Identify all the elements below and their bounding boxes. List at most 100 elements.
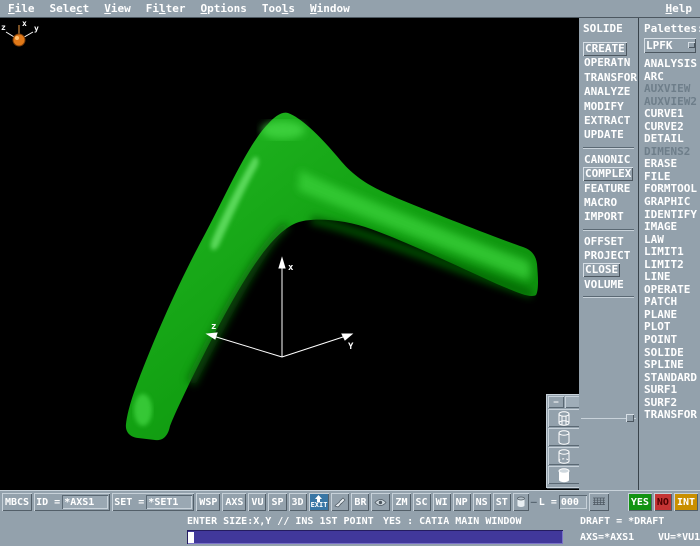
ns-button[interactable]: NS <box>473 493 491 511</box>
menu-help[interactable]: Help <box>666 2 693 15</box>
palette-item-surf1[interactable]: SURF1 <box>644 384 700 397</box>
separator <box>583 296 634 298</box>
palette-item-spline[interactable]: SPLINE <box>644 359 700 372</box>
viewport-3d[interactable]: x Y z x y z — <box>0 18 579 490</box>
int-button[interactable]: INT <box>674 493 698 511</box>
cylinder-outline-icon[interactable] <box>548 428 579 446</box>
palette-item-auxview: AUXVIEW <box>644 83 700 96</box>
id-group: ID = *AXS1 <box>34 493 110 511</box>
palette-item-analysis[interactable]: ANALYSIS <box>644 58 700 71</box>
toolbar-titlebar[interactable] <box>565 396 579 408</box>
menu-file[interactable]: File <box>8 2 35 15</box>
st-button[interactable]: ST <box>493 493 511 511</box>
menu-filter[interactable]: Filter <box>146 2 186 15</box>
paint-icon <box>334 497 346 508</box>
panel-slider[interactable] <box>581 414 636 422</box>
palette-item-detail[interactable]: DETAIL <box>644 133 700 146</box>
status-bar: MBCS ID = *AXS1 SET = *SET1 WSP AXS VU S… <box>0 490 700 513</box>
eye-icon <box>374 498 387 507</box>
menu-item-analyze[interactable]: ANALYZE <box>583 85 631 98</box>
menu-view[interactable]: View <box>104 2 131 15</box>
minimize-icon[interactable]: — <box>548 396 564 408</box>
set-value-field[interactable]: *SET1 <box>146 495 192 509</box>
palette-item-transfor[interactable]: TRANSFOR <box>644 409 700 422</box>
palette-item-point[interactable]: POINT <box>644 334 700 347</box>
text-caret <box>188 532 194 543</box>
green-solid[interactable] <box>126 113 538 441</box>
menu-item-transfor[interactable]: TRANSFOR <box>583 71 638 84</box>
menu-item-volume[interactable]: VOLUME <box>583 278 625 291</box>
palette-item-line[interactable]: LINE <box>644 271 700 284</box>
palette-item-curve1[interactable]: CURVE1 <box>644 108 700 121</box>
menu-select[interactable]: Select <box>50 2 90 15</box>
slider-thumb[interactable] <box>626 414 634 422</box>
orient-y-label: y <box>34 24 39 33</box>
paint-tool-button[interactable] <box>331 493 349 511</box>
command-input[interactable] <box>187 530 563 544</box>
zm-button[interactable]: ZM <box>392 493 410 511</box>
menu-item-close[interactable]: CLOSE <box>583 263 620 277</box>
orient-x-label: x <box>22 19 27 28</box>
id-value-field[interactable]: *AXS1 <box>62 495 108 509</box>
wsp-button[interactable]: WSP <box>196 493 220 511</box>
menu-item-import[interactable]: IMPORT <box>583 210 625 223</box>
wi-button[interactable]: WI <box>433 493 451 511</box>
cylinder-tool-button[interactable] <box>513 493 529 511</box>
menu-item-operatn[interactable]: OPERATN <box>583 56 631 69</box>
id-label: ID = <box>36 497 60 508</box>
menu-item-offset[interactable]: OFFSET <box>583 235 625 248</box>
cylinder-shaded-icon[interactable] <box>548 466 579 484</box>
sp-button[interactable]: SP <box>268 493 286 511</box>
menu-bar: File Select View Filter Options Tools Wi… <box>0 0 700 18</box>
orientation-axis-icon: x y z <box>1 19 39 46</box>
solid-model-canvas: x Y z x y z <box>0 18 579 490</box>
no-button[interactable]: NO <box>654 493 672 511</box>
vu-button[interactable]: VU <box>248 493 266 511</box>
menu-item-modify[interactable]: MODIFY <box>583 100 625 113</box>
axis-z-label: z <box>211 322 216 332</box>
palette-dropdown[interactable]: LPFK <box>644 38 696 53</box>
menu-item-canonic[interactable]: CANONIC <box>583 153 631 166</box>
sc-button[interactable]: SC <box>413 493 431 511</box>
axs-status: AXS=*AXS1 <box>580 532 634 543</box>
yes-button[interactable]: YES <box>628 493 652 511</box>
display-mode-toolbar: — <box>546 394 579 488</box>
set-label: SET = <box>114 497 144 508</box>
grid-tool-button[interactable] <box>589 493 609 511</box>
cylinder-mesh-icon[interactable] <box>548 409 579 427</box>
menu-window[interactable]: Window <box>310 2 350 15</box>
menu-item-update[interactable]: UPDATE <box>583 128 625 141</box>
palette-item-image[interactable]: IMAGE <box>644 221 700 234</box>
axis-x-label: x <box>288 263 294 273</box>
palette-item-graphic[interactable]: GRAPHIC <box>644 196 700 209</box>
mbcs-button[interactable]: MBCS <box>2 493 32 511</box>
exit-button[interactable]: EXIT <box>309 493 330 511</box>
palettes-header: Palettes: <box>644 22 700 35</box>
vu-status: VU=*VU1 <box>658 532 700 543</box>
menu-item-feature[interactable]: FEATURE <box>583 182 631 195</box>
grid-icon <box>592 497 606 507</box>
menu-item-extract[interactable]: EXTRACT <box>583 114 631 127</box>
br-button[interactable]: BR <box>351 493 369 511</box>
separator <box>583 147 634 149</box>
palette-item-limit1[interactable]: LIMIT1 <box>644 246 700 259</box>
l-value-field[interactable]: 000 <box>559 495 587 509</box>
menu-item-macro[interactable]: MACRO <box>583 196 618 209</box>
menu-item-project[interactable]: PROJECT <box>583 249 631 262</box>
cylinder-hidden-line-icon[interactable] <box>548 447 579 465</box>
eye-tool-button[interactable] <box>371 493 390 511</box>
set-group: SET = *SET1 <box>112 493 194 511</box>
3d-button[interactable]: 3D <box>289 493 307 511</box>
solide-panel-title: SOLIDE <box>583 22 638 36</box>
menu-item-create[interactable]: CREATE <box>583 42 627 56</box>
np-button[interactable]: NP <box>453 493 471 511</box>
palette-dropdown-value: LPFK <box>646 39 673 52</box>
menu-tools[interactable]: Tools <box>262 2 295 15</box>
right-panel: SOLIDE CREATE OPERATN TRANSFOR ANALYZE M… <box>579 18 700 490</box>
exit-label: EXIT <box>311 502 328 509</box>
catia-main-window: File Select View Filter Options Tools Wi… <box>0 0 700 546</box>
orient-z-label: z <box>1 23 6 32</box>
menu-options[interactable]: Options <box>201 2 247 15</box>
axs-button[interactable]: AXS <box>222 493 246 511</box>
menu-item-complex[interactable]: COMPLEX <box>583 167 633 181</box>
